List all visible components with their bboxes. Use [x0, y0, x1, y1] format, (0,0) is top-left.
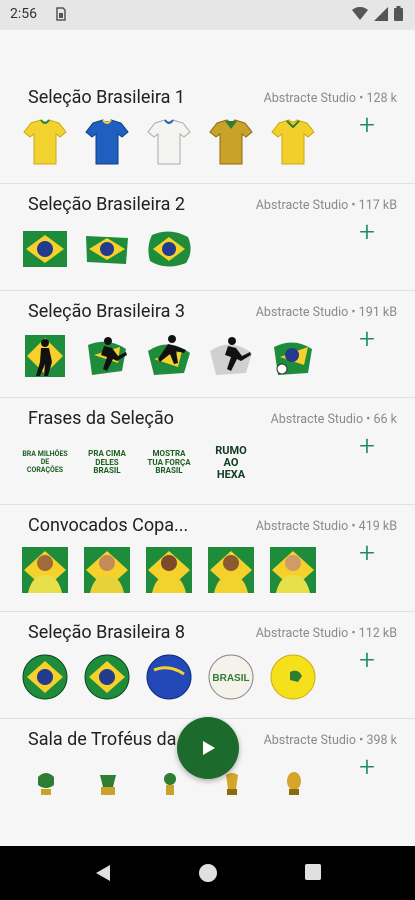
back-icon[interactable] [94, 864, 112, 882]
sticker-gold-jersey [208, 119, 254, 165]
recents-icon[interactable] [305, 864, 321, 880]
sticker-phrase-text: PRA CIMA DELES BRASIL [88, 448, 126, 476]
sticker-white-jersey [146, 119, 192, 165]
sticker-pack-item[interactable]: Convocados Copa... Abstracte Studio • 41… [0, 505, 415, 612]
signal-icon [374, 6, 388, 21]
sticker-pack-item[interactable]: Seleção Brasileira 8 Abstracte Studio • … [0, 612, 415, 719]
sticker-player-photo [208, 547, 254, 593]
add-pack-button[interactable]: + [355, 111, 379, 139]
sim-icon [56, 6, 66, 25]
sticker-flag-brush [84, 226, 130, 272]
sticker-previews [22, 119, 316, 165]
sticker-polo-jersey [270, 119, 316, 165]
add-pack-button[interactable]: + [355, 753, 379, 781]
sticker-previews: BRA MILHÕES DE CORAÇÕES PRA CIMA DELES B… [22, 440, 254, 486]
sticker-pack-list: Seleção Brasileira 1 Abstracte Studio • … [0, 77, 415, 825]
status-icons [352, 6, 403, 21]
play-icon [203, 741, 215, 755]
sticker-yellow-jersey [22, 119, 68, 165]
sticker-phrase: RUMO AO HEXA [208, 440, 254, 486]
sticker-previews [28, 761, 312, 807]
pack-title: Convocados Copa... [28, 515, 189, 536]
sticker-phrase-text: RUMO AO HEXA [215, 443, 247, 482]
sticker-trophy [276, 761, 312, 807]
status-bar: 2:56 [0, 0, 415, 30]
sticker-player-photo [84, 547, 130, 593]
pack-title: Seleção Brasileira 8 [28, 622, 185, 643]
sticker-previews [22, 333, 316, 379]
add-pack-button[interactable]: + [355, 646, 379, 674]
sticker-blue-jersey [84, 119, 130, 165]
pack-meta: Abstracte Studio • 398 k [263, 733, 397, 748]
sticker-trophy [152, 761, 188, 807]
battery-icon [394, 6, 403, 21]
sticker-pack-item[interactable]: Seleção Brasileira 2 Abstracte Studio • … [0, 184, 415, 291]
pack-title: Frases da Seleção [28, 408, 174, 429]
wifi-icon [352, 6, 368, 20]
sticker-previews [22, 226, 192, 272]
pack-meta: Abstracte Studio • 117 kB [255, 198, 397, 213]
sticker-previews [22, 547, 316, 593]
sticker-phrase: BRA MILHÕES DE CORAÇÕES [22, 440, 68, 486]
add-pack-button[interactable]: + [355, 432, 379, 460]
sticker-player-jump [146, 333, 192, 379]
sticker-phrase-text: MOSTRA TUA FORÇA BRASIL [147, 448, 191, 476]
pack-title: Seleção Brasileira 3 [28, 301, 185, 322]
sticker-player-photo [146, 547, 192, 593]
pack-meta: Abstracte Studio • 66 k [270, 412, 397, 427]
sticker-flag-ball [84, 654, 130, 700]
sticker-player-photo [22, 547, 68, 593]
sticker-player-kick [84, 333, 130, 379]
sticker-previews: BRASIL [22, 654, 316, 700]
pack-title: Sala de Troféus da [28, 729, 177, 750]
brasil-ball-text: BRASIL [212, 673, 249, 684]
home-icon[interactable] [199, 864, 217, 882]
sticker-pack-item[interactable]: Frases da Seleção Abstracte Studio • 66 … [0, 398, 415, 505]
add-pack-button[interactable]: + [355, 218, 379, 246]
sticker-phrase: MOSTRA TUA FORÇA BRASIL [146, 440, 192, 486]
pack-meta: Abstracte Studio • 191 kB [255, 305, 397, 320]
sticker-phrase: PRA CIMA DELES BRASIL [84, 440, 130, 486]
sticker-trophy [28, 761, 64, 807]
system-nav-bar [0, 846, 415, 900]
sticker-trophy [90, 761, 126, 807]
sticker-player-silhouette [22, 333, 68, 379]
pack-meta: Abstracte Studio • 128 k [263, 91, 397, 106]
sticker-player-grey [208, 333, 254, 379]
sticker-blue-ball [146, 654, 192, 700]
sticker-yellow-ball [270, 654, 316, 700]
sticker-player-photo [270, 547, 316, 593]
pack-meta: Abstracte Studio • 419 kB [255, 519, 397, 534]
sticker-pack-item[interactable]: Seleção Brasileira 1 Abstracte Studio • … [0, 77, 415, 184]
pack-title: Seleção Brasileira 1 [28, 87, 185, 108]
add-pack-button[interactable]: + [355, 325, 379, 353]
pack-title: Seleção Brasileira 2 [28, 194, 185, 215]
sticker-flag-grunge [22, 226, 68, 272]
sticker-flag-splash [146, 226, 192, 272]
sticker-brasil-ball: BRASIL [208, 654, 254, 700]
play-fab-button[interactable] [177, 717, 239, 779]
sticker-pack-item[interactable]: Seleção Brasileira 3 Abstracte Studio • … [0, 291, 415, 398]
add-pack-button[interactable]: + [355, 539, 379, 567]
sticker-phrase-text: BRA MILHÕES DE CORAÇÕES [22, 450, 68, 474]
sticker-player-flag [270, 333, 316, 379]
status-time: 2:56 [10, 6, 37, 22]
sticker-flag-ball [22, 654, 68, 700]
pack-meta: Abstracte Studio • 112 kB [255, 626, 397, 641]
